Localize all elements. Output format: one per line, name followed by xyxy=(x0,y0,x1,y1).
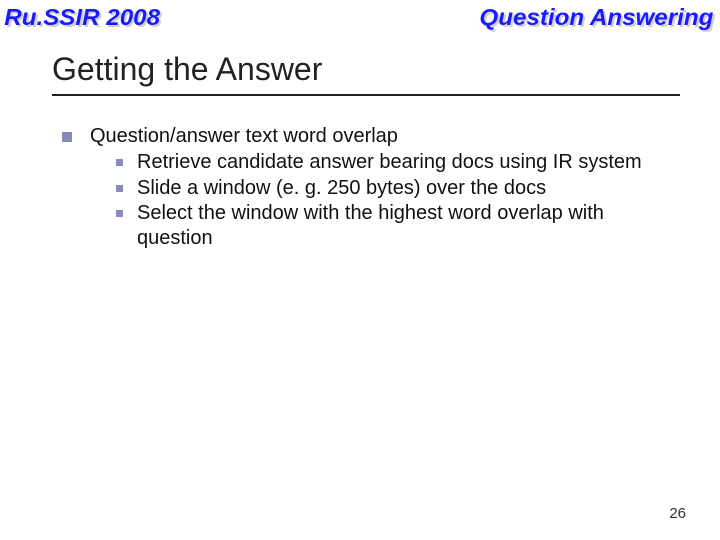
bullet-level1-text: Question/answer text word overlap xyxy=(90,125,398,147)
bullet-level1-body: Question/answer text word overlap Retrie… xyxy=(90,124,678,251)
bullet-level2-text: Slide a window (e. g. 250 bytes) over th… xyxy=(137,176,678,200)
bullet-level2: Select the window with the highest word … xyxy=(116,201,678,250)
bullet-level2: Slide a window (e. g. 250 bytes) over th… xyxy=(116,176,678,200)
square-bullet-icon xyxy=(116,185,123,192)
bullet-level2-list: Retrieve candidate answer bearing docs u… xyxy=(116,150,678,250)
bullet-level2: Retrieve candidate answer bearing docs u… xyxy=(116,150,678,174)
bullet-level1: Question/answer text word overlap Retrie… xyxy=(62,124,678,251)
page-number: 26 xyxy=(669,505,686,522)
slide-content: Question/answer text word overlap Retrie… xyxy=(62,124,678,251)
header-right-logo: Question Answering xyxy=(480,4,714,31)
bullet-level2-text: Retrieve candidate answer bearing docs u… xyxy=(137,150,678,174)
slide-title: Getting the Answer xyxy=(52,51,720,94)
square-bullet-icon xyxy=(116,210,123,217)
bullet-level2-text: Select the window with the highest word … xyxy=(137,201,678,250)
header-bar: Ru.SSIR 2008 Question Answering xyxy=(0,0,720,31)
title-rule xyxy=(52,94,680,96)
header-left-logo: Ru.SSIR 2008 xyxy=(4,4,160,31)
square-bullet-icon xyxy=(116,159,123,166)
square-bullet-icon xyxy=(62,132,72,142)
